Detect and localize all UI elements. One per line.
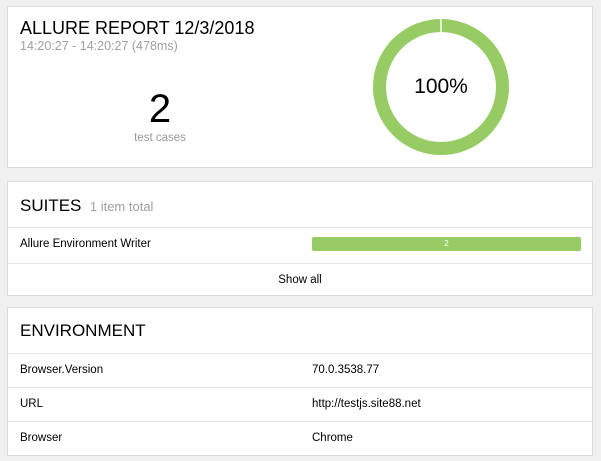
suites-widget: SUITES 1 item total Allure Environment W…	[7, 181, 593, 296]
environment-widget: ENVIRONMENT Browser.Version 70.0.3538.77…	[7, 307, 593, 456]
suites-item-count: 1 item total	[89, 199, 154, 214]
summary-widget: ALLURE REPORT 12/3/2018 14:20:27 - 14:20…	[7, 6, 593, 168]
environment-value: http://testjs.site88.net	[312, 398, 421, 410]
test-count-number: 2	[148, 87, 172, 131]
report-title: ALLURE REPORT 12/3/2018	[20, 18, 255, 38]
test-count: 2 test cases	[90, 87, 230, 144]
environment-key: URL	[20, 398, 44, 410]
environment-row: URL http://testjs.site88.net	[8, 388, 592, 422]
environment-row: Browser Chrome	[8, 422, 592, 455]
show-all-link[interactable]: Show all	[8, 264, 592, 296]
suite-row[interactable]: Allure Environment Writer 2	[8, 228, 592, 264]
environment-key: Browser.Version	[20, 364, 104, 376]
test-count-label: test cases	[134, 132, 186, 144]
suite-status-bar[interactable]: 2	[312, 237, 581, 251]
suite-name: Allure Environment Writer	[20, 238, 151, 250]
pass-rate-donut[interactable]: 100%	[373, 19, 509, 155]
suites-header: SUITES 1 item total	[8, 182, 592, 228]
environment-title: ENVIRONMENT	[20, 321, 146, 340]
environment-value: 70.0.3538.77	[312, 364, 380, 376]
report-time-range: 14:20:27 - 14:20:27 (478ms)	[20, 39, 178, 53]
environment-value: Chrome	[312, 432, 353, 444]
environment-row: Browser.Version 70.0.3538.77	[8, 354, 592, 388]
environment-header: ENVIRONMENT	[8, 308, 592, 354]
pass-rate-label: 100%	[414, 75, 468, 98]
environment-key: Browser	[20, 432, 63, 444]
suites-title: SUITES	[20, 196, 82, 215]
